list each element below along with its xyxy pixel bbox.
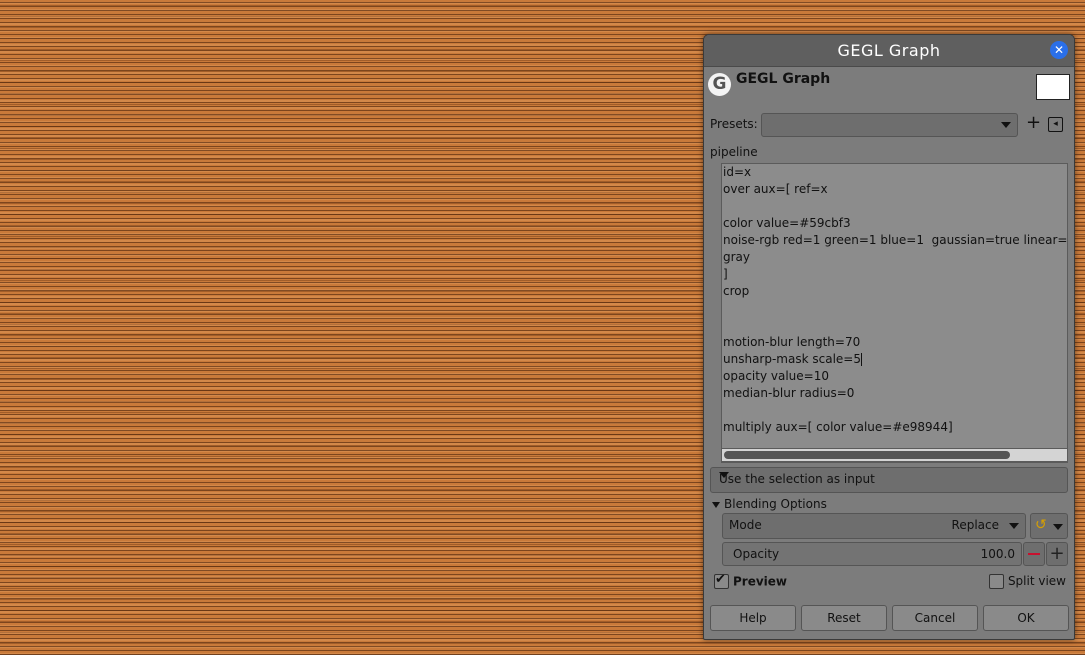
pipeline-line: color value=#59cbf3 xyxy=(723,216,851,230)
pipeline-horizontal-scrollbar[interactable] xyxy=(721,448,1068,462)
expander-triangle-icon xyxy=(712,501,720,508)
close-icon[interactable]: ✕ xyxy=(1050,41,1068,59)
pipeline-line: unsharp-mask scale=5 xyxy=(723,352,861,366)
pipeline-line: id=x xyxy=(723,165,752,179)
reset-rotate-icon: ↺ xyxy=(1035,517,1047,533)
gegl-logo-icon: G xyxy=(708,73,731,96)
pipeline-line: crop xyxy=(723,284,750,298)
split-view-toggle[interactable]: Split view xyxy=(988,574,1066,589)
dialog-title: GEGL Graph xyxy=(837,41,941,60)
blend-mode-dropdown[interactable]: Mode Replace xyxy=(722,513,1026,539)
preview-label: Preview xyxy=(733,574,788,589)
pipeline-line: multiply aux=[ color value=#e98944] xyxy=(723,420,953,434)
opacity-label: Opacity xyxy=(733,547,780,561)
pipeline-line: gray xyxy=(723,250,751,264)
mode-options-button[interactable]: ↺ xyxy=(1030,513,1068,539)
pipeline-line: motion-blur length=70 xyxy=(723,335,861,349)
chevron-down-icon xyxy=(1009,523,1019,529)
presets-row: Presets: + ◂ xyxy=(710,113,1068,137)
chevron-down-icon xyxy=(719,472,729,478)
presets-dropdown[interactable] xyxy=(761,113,1018,137)
add-preset-icon[interactable]: + xyxy=(1026,113,1041,133)
pipeline-line: ] xyxy=(723,267,728,281)
dialog-button-row: Help Reset Cancel OK xyxy=(710,605,1069,631)
opacity-slider[interactable]: Opacity 100.0 xyxy=(722,542,1022,566)
help-button[interactable]: Help xyxy=(710,605,796,631)
dialog-titlebar[interactable]: GEGL Graph ✕ xyxy=(704,35,1074,67)
pipeline-line: noise-rgb red=1 green=1 blue=1 gaussian=… xyxy=(723,233,1068,247)
pipeline-line: opacity value=10 xyxy=(723,369,829,383)
blending-options-label: Blending Options xyxy=(724,497,827,511)
mode-value: Replace xyxy=(951,518,999,532)
manage-presets-icon[interactable]: ◂ xyxy=(1048,117,1063,132)
reset-button[interactable]: Reset xyxy=(801,605,887,631)
pipeline-line: median-blur radius=0 xyxy=(723,386,855,400)
input-mode-value: Use the selection as input xyxy=(719,472,875,486)
opacity-increase-button[interactable]: + xyxy=(1046,542,1068,566)
preview-swatch xyxy=(1036,74,1070,100)
scrollbar-thumb[interactable] xyxy=(724,451,1010,459)
opacity-decrease-button[interactable] xyxy=(1023,542,1045,566)
preview-checkbox[interactable] xyxy=(714,572,729,589)
dialog-header: G GEGL Graph xyxy=(704,71,1074,103)
cancel-button[interactable]: Cancel xyxy=(892,605,978,631)
chevron-down-icon xyxy=(1001,122,1011,128)
header-title: GEGL Graph xyxy=(736,71,831,87)
pipeline-line-with-cursor: unsharp-mask scale=5 xyxy=(723,352,862,366)
blending-options-expander[interactable]: Blending Options xyxy=(712,497,827,511)
presets-label: Presets: xyxy=(710,117,758,131)
ok-button[interactable]: OK xyxy=(983,605,1069,631)
split-view-label: Split view xyxy=(1007,574,1066,588)
pipeline-text-editor[interactable]: id=x over aux=[ ref=x color value=#59cbf… xyxy=(721,163,1068,463)
pipeline-line: over aux=[ ref=x xyxy=(723,182,828,196)
split-view-checkbox[interactable] xyxy=(988,574,1004,589)
gegl-graph-dialog: GEGL Graph ✕ G GEGL Graph Presets: + ◂ p… xyxy=(703,34,1075,640)
text-cursor xyxy=(860,353,862,366)
opacity-value: 100.0 xyxy=(980,547,1015,561)
input-mode-dropdown[interactable]: Use the selection as input xyxy=(710,467,1068,493)
chevron-down-icon xyxy=(1053,524,1063,530)
mode-label: Mode xyxy=(729,518,762,532)
preview-toggle[interactable]: Preview xyxy=(714,572,788,589)
pipeline-label: pipeline xyxy=(710,145,758,159)
